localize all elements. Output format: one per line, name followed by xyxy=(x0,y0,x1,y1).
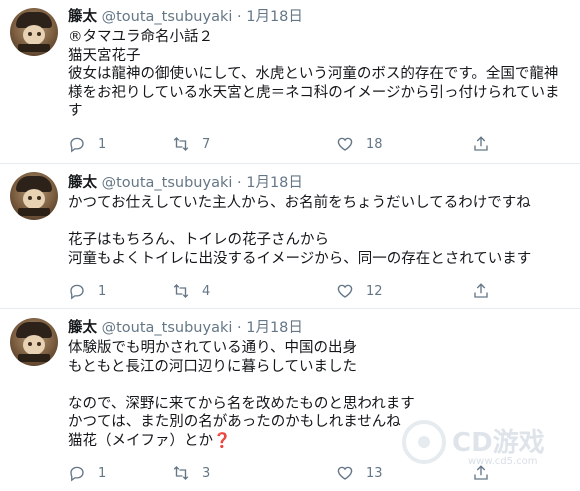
retweet-icon xyxy=(173,137,189,151)
separator-dot: · xyxy=(237,175,242,191)
author-name[interactable]: 籐太 xyxy=(68,9,97,25)
like-count: 18 xyxy=(366,136,383,152)
reply-icon xyxy=(70,137,84,153)
tweet-timestamp[interactable]: 1月18日 xyxy=(246,175,303,191)
divider xyxy=(0,308,580,309)
tweet-text: かつてお仕えしていた主人から、お名前をちょうだいしてるわけですね 花子はもちろん… xyxy=(68,195,532,267)
share-icon xyxy=(474,465,488,480)
divider xyxy=(0,163,580,164)
like-button[interactable]: 13 xyxy=(336,464,383,482)
author-handle[interactable]: @touta_tsubuyaki xyxy=(102,175,233,191)
like-button[interactable]: 18 xyxy=(336,135,383,153)
retweet-count: 7 xyxy=(202,136,211,152)
like-icon xyxy=(337,466,353,480)
reply-count: 1 xyxy=(98,136,107,152)
retweet-icon xyxy=(173,284,189,298)
reply-button[interactable]: 1 xyxy=(68,135,106,153)
reply-count: 1 xyxy=(98,283,107,299)
tweet-actions: 1 7 18 xyxy=(68,135,508,153)
like-count: 12 xyxy=(366,283,383,299)
avatar[interactable] xyxy=(10,172,58,220)
separator-dot: · xyxy=(237,320,242,336)
share-icon xyxy=(474,136,488,151)
retweet-count: 3 xyxy=(202,465,211,481)
tweet-actions: 1 4 12 xyxy=(68,282,508,300)
retweet-count: 4 xyxy=(202,283,211,299)
share-icon xyxy=(474,283,488,298)
like-icon xyxy=(337,137,353,151)
separator-dot: · xyxy=(237,9,242,25)
tweet-header: 籐太 @touta_tsubuyaki · 1月18日 xyxy=(68,319,303,337)
retweet-button[interactable]: 7 xyxy=(172,135,210,153)
reply-icon xyxy=(70,284,84,300)
share-button[interactable] xyxy=(472,135,490,153)
author-handle[interactable]: @touta_tsubuyaki xyxy=(102,9,233,25)
author-name[interactable]: 籐太 xyxy=(68,175,97,191)
avatar[interactable] xyxy=(10,8,58,56)
retweet-button[interactable]: 3 xyxy=(172,464,210,482)
like-count: 13 xyxy=(366,465,383,481)
share-button[interactable] xyxy=(472,282,490,300)
like-button[interactable]: 12 xyxy=(336,282,383,300)
like-icon xyxy=(337,284,353,298)
retweet-icon xyxy=(173,466,189,480)
tweet-header: 籐太 @touta_tsubuyaki · 1月18日 xyxy=(68,174,303,192)
tweet-header: 籐太 @touta_tsubuyaki · 1月18日 xyxy=(68,8,303,26)
tweet-text: ®タマユラ命名小話２ 猫天宮花子 彼女は龍神の御使いにして、水虎という河童のボス… xyxy=(68,29,560,119)
tweet-actions: 1 3 13 xyxy=(68,464,508,482)
retweet-button[interactable]: 4 xyxy=(172,282,210,300)
tweet-text: 体験版でも明かされている通り、中国の出身 もともと長江の河口辺りに暮らしていまし… xyxy=(68,340,415,449)
author-handle[interactable]: @touta_tsubuyaki xyxy=(102,320,233,336)
reply-button[interactable]: 1 xyxy=(68,464,106,482)
avatar[interactable] xyxy=(10,318,58,366)
author-name[interactable]: 籐太 xyxy=(68,320,97,336)
share-button[interactable] xyxy=(472,464,490,482)
reply-count: 1 xyxy=(98,465,107,481)
reply-icon xyxy=(70,466,84,482)
tweet-timestamp[interactable]: 1月18日 xyxy=(246,320,303,336)
tweet-timestamp[interactable]: 1月18日 xyxy=(246,9,303,25)
reply-button[interactable]: 1 xyxy=(68,282,106,300)
